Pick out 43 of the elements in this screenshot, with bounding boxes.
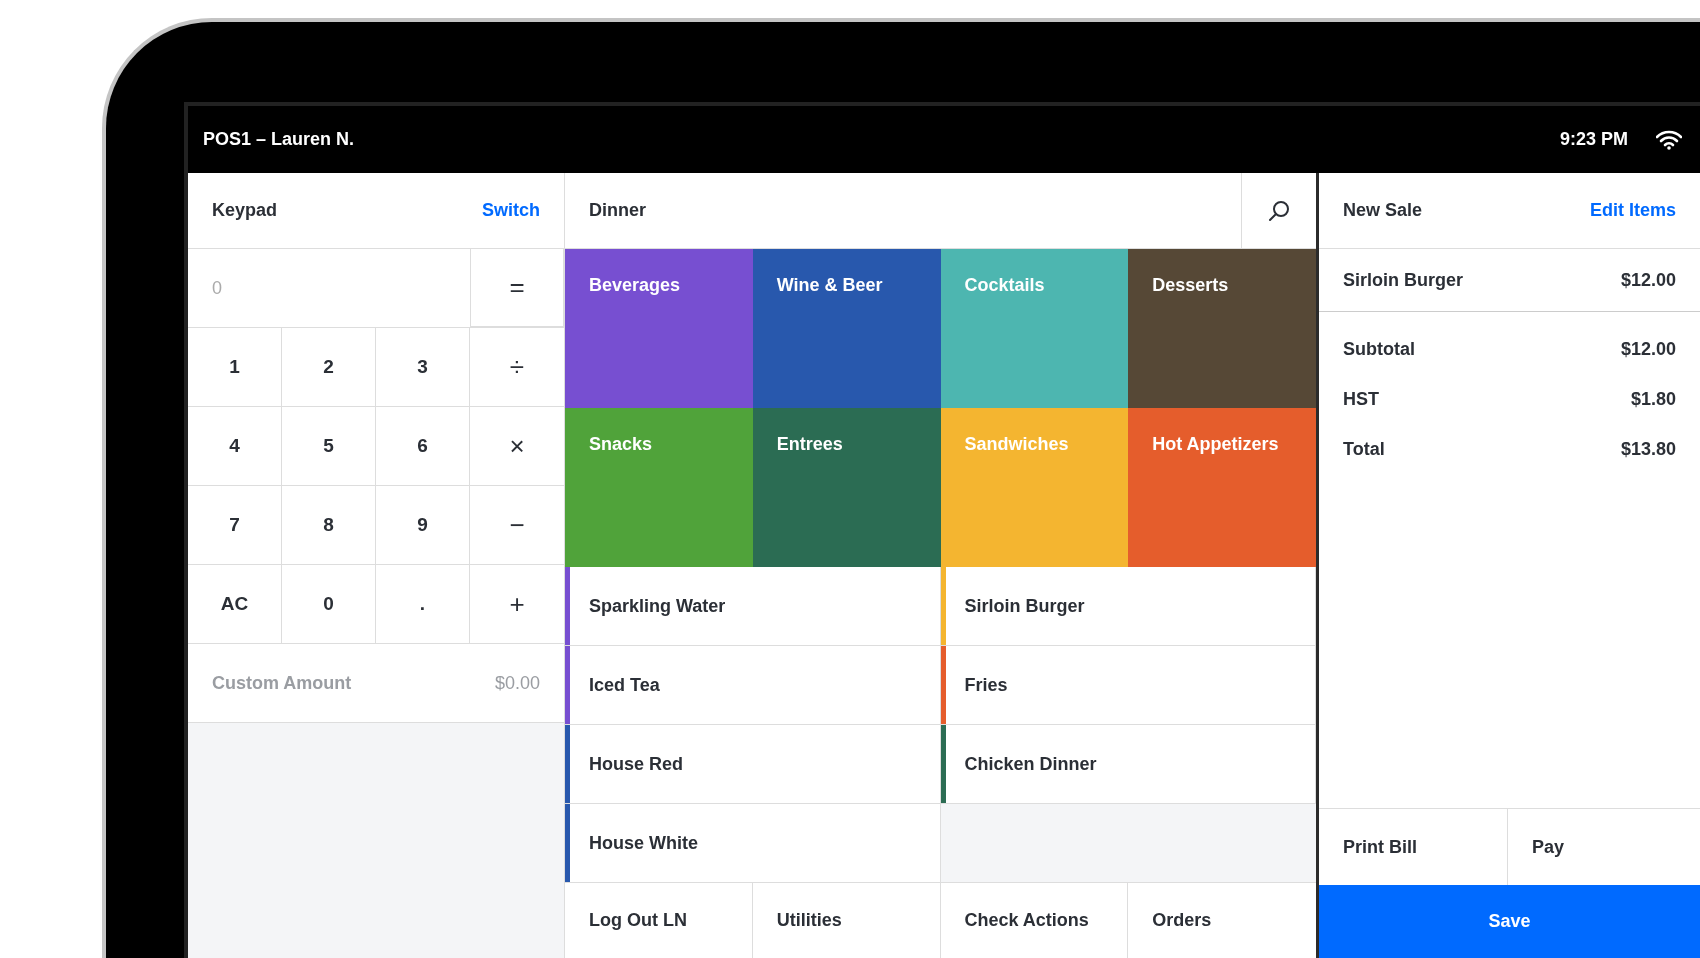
category-tile[interactable]: Entrees bbox=[752, 408, 941, 567]
keypad-key[interactable]: 4 bbox=[188, 407, 282, 486]
category-tile[interactable]: Desserts bbox=[1128, 249, 1316, 408]
menu-item[interactable]: House Red bbox=[565, 725, 941, 804]
line-item-price: $12.00 bbox=[1620, 269, 1676, 291]
keypad-key[interactable]: 3 bbox=[376, 328, 470, 407]
keypad-key[interactable]: 2 bbox=[282, 328, 376, 407]
category-tile[interactable]: Hot Appetizers bbox=[1128, 408, 1316, 567]
total-label: Total bbox=[1343, 438, 1385, 460]
equals-key[interactable]: = bbox=[470, 249, 564, 327]
menu-item[interactable]: Sparkling Water bbox=[565, 567, 941, 646]
keypad-key[interactable]: . bbox=[376, 565, 470, 644]
keypad-key[interactable]: 5 bbox=[282, 407, 376, 486]
keypad-key[interactable]: 0 bbox=[282, 565, 376, 644]
line-item-name: Sirloin Burger bbox=[1343, 269, 1463, 291]
total-label: Subtotal bbox=[1343, 338, 1415, 360]
keypad-key[interactable]: 7 bbox=[188, 486, 282, 565]
clock-time: 9:23 PM bbox=[1559, 129, 1628, 150]
total-value: $12.00 bbox=[1620, 338, 1676, 360]
keypad-key[interactable]: AC bbox=[188, 565, 282, 644]
total-label: HST bbox=[1343, 388, 1379, 410]
menu-item[interactable]: House White bbox=[565, 804, 941, 883]
search-icon bbox=[1267, 198, 1291, 223]
menu-item[interactable]: Chicken Dinner bbox=[940, 725, 1316, 804]
keypad-key[interactable]: 9 bbox=[376, 486, 470, 565]
custom-amount-value: $0.00 bbox=[494, 672, 540, 694]
sale-title: New Sale bbox=[1343, 200, 1423, 221]
keypad-key[interactable]: 8 bbox=[282, 486, 376, 565]
save-button[interactable]: Save bbox=[1319, 885, 1700, 958]
menu-item[interactable]: Iced Tea bbox=[565, 646, 941, 725]
panel-title: Keypad bbox=[212, 200, 278, 221]
category-tile[interactable]: Beverages bbox=[565, 249, 753, 408]
menu-title: Dinner bbox=[589, 200, 646, 221]
device-title: POS1 – Lauren N. bbox=[203, 129, 355, 150]
total-value: $13.80 bbox=[1620, 438, 1676, 460]
keypad-key[interactable]: 6 bbox=[376, 407, 470, 486]
total-value: $1.80 bbox=[1630, 388, 1676, 410]
custom-amount-label: Custom Amount bbox=[212, 672, 352, 694]
category-tile[interactable]: Wine & Beer bbox=[752, 249, 941, 408]
wifi-icon bbox=[1656, 129, 1682, 150]
menu-item[interactable]: Fries bbox=[940, 646, 1316, 725]
menu-item[interactable]: Sirloin Burger bbox=[940, 567, 1316, 646]
keypad-key[interactable]: 1 bbox=[188, 328, 282, 407]
